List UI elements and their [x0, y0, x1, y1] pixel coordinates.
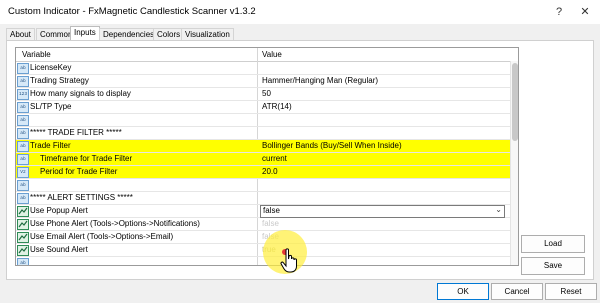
enum-type-icon	[17, 232, 29, 243]
string-type-icon: ab	[17, 193, 29, 204]
string-type-icon: ab	[17, 63, 29, 74]
row-value[interactable]: Hammer/Hanging Man (Regular)	[262, 76, 378, 85]
input-row[interactable]: ab LicenseKey	[16, 62, 510, 75]
input-row[interactable]: ab	[16, 179, 510, 192]
integer-type-icon: 123	[17, 89, 29, 100]
title-bar: Custom Indicator - FxMagnetic Candlestic…	[0, 0, 600, 24]
row-label: Timeframe for Trade Filter	[40, 154, 133, 163]
string-type-icon: ab	[17, 258, 29, 265]
string-type-icon: ab	[17, 180, 29, 191]
row-label: Period for Trade Filter	[40, 167, 118, 176]
dialog-window: Custom Indicator - FxMagnetic Candlestic…	[0, 0, 600, 303]
ok-button[interactable]: OK	[437, 283, 489, 300]
variable-column-header: Variable	[22, 50, 51, 59]
string-type-icon: ab	[17, 141, 29, 152]
load-button[interactable]: Load	[521, 235, 585, 253]
string-type-icon: ab	[17, 102, 29, 113]
popup-alert-select[interactable]: false ⌄	[260, 205, 505, 218]
close-button[interactable]: ✕	[574, 0, 596, 24]
enum-type-icon	[17, 206, 29, 217]
scrollbar-thumb[interactable]	[512, 63, 518, 141]
cancel-button[interactable]: Cancel	[491, 283, 543, 300]
input-row[interactable]: Use Email Alert (Tools->Options->Email)f…	[16, 231, 510, 244]
enum-type-icon	[17, 219, 29, 230]
reset-button[interactable]: Reset	[545, 283, 597, 300]
row-label: LicenseKey	[30, 63, 72, 72]
row-label: ***** ALERT SETTINGS *****	[30, 193, 133, 202]
string-type-icon: ab	[17, 154, 29, 165]
row-label: How many signals to display	[30, 89, 131, 98]
tab-inputs[interactable]: Inputs	[70, 26, 100, 41]
row-label: Use Email Alert (Tools->Options->Email)	[30, 232, 174, 241]
input-row[interactable]: ab Trading Strategy Hammer/Hanging Man (Re…	[16, 75, 510, 88]
row-value[interactable]: 20.0	[262, 167, 278, 176]
row-label: ***** TRADE FILTER *****	[30, 128, 122, 137]
input-row[interactable]: 123 How many signals to display 50	[16, 88, 510, 101]
row-label: SL/TP Type	[30, 102, 72, 111]
input-row[interactable]: ab Timeframe for Trade Filter current	[16, 153, 510, 166]
row-label: Trade Filter	[30, 141, 71, 150]
row-label: Trading Strategy	[30, 76, 89, 85]
input-row[interactable]: ab SL/TP Type ATR(14)	[16, 101, 510, 114]
string-type-icon: ab	[17, 115, 29, 126]
save-button[interactable]: Save	[521, 257, 585, 275]
window-title: Custom Indicator - FxMagnetic Candlestic…	[8, 6, 256, 17]
value-column-header: Value	[262, 50, 282, 59]
grid-header: Variable Value	[16, 48, 518, 62]
row-value[interactable]: Bollinger Bands (Buy/Sell When Inside)	[262, 141, 402, 150]
enum-type-icon	[17, 245, 29, 256]
select-value: false	[263, 206, 280, 215]
input-row[interactable]: ab Trade Filter Bollinger Bands (Buy/Sell …	[16, 140, 510, 153]
input-row[interactable]: ab	[16, 114, 510, 127]
help-button[interactable]: ?	[548, 0, 570, 24]
input-row[interactable]: Use Phone Alert (Tools->Options->Notific…	[16, 218, 510, 231]
row-label: Use Phone Alert (Tools->Options->Notific…	[30, 219, 200, 228]
grid-scrollbar[interactable]	[510, 61, 518, 265]
string-type-icon: ab	[17, 128, 29, 139]
row-label: Use Sound Alert	[30, 245, 88, 254]
hand-cursor-icon	[280, 248, 297, 273]
input-row[interactable]: ab ***** TRADE FILTER *****	[16, 127, 510, 140]
double-type-icon: V2	[17, 167, 29, 178]
row-value[interactable]: 50	[262, 89, 271, 98]
input-row[interactable]: Use Popup Alert false ⌄	[16, 205, 510, 218]
inputs-grid: Variable Value ab LicenseKey ab Trading Str…	[15, 47, 519, 266]
chevron-down-icon[interactable]: ⌄	[495, 205, 502, 214]
row-value[interactable]: current	[262, 154, 287, 163]
row-label: Use Popup Alert	[30, 206, 88, 215]
string-type-icon: ab	[17, 76, 29, 87]
row-value[interactable]: ATR(14)	[262, 102, 292, 111]
input-row[interactable]: V2 Period for Trade Filter 20.0	[16, 166, 510, 179]
input-row[interactable]: ab ***** ALERT SETTINGS *****	[16, 192, 510, 205]
row-value[interactable]: false	[262, 219, 279, 228]
